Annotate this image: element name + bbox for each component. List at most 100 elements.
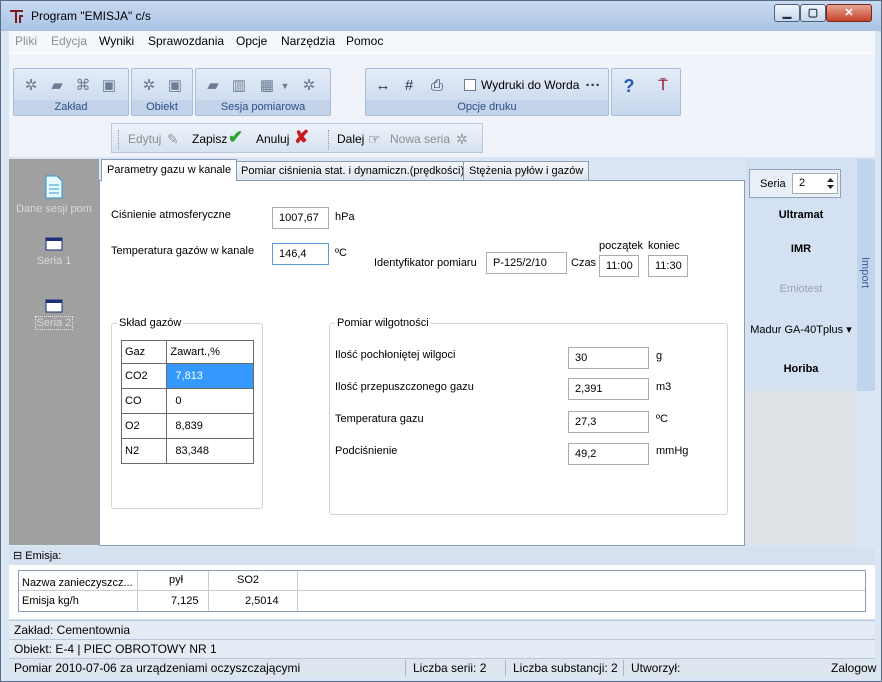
delete-obiekt-icon[interactable]: ▣	[166, 77, 184, 95]
temperatura-label: Temperatura gazów w kanale	[111, 245, 255, 257]
menu-narzedzia[interactable]: Narzędzia	[281, 34, 335, 48]
emisja-value-pyl[interactable]: 7,125	[171, 595, 199, 607]
wydruki-checkbox[interactable]	[464, 79, 476, 91]
menu-pomoc[interactable]: Pomoc	[346, 34, 383, 48]
koniec-label: koniec	[648, 240, 680, 252]
collapse-icon[interactable]: ⊟	[13, 550, 22, 562]
fit-width-icon[interactable]: ↔	[374, 77, 392, 95]
binoculars-icon[interactable]: ⌘	[74, 77, 92, 95]
separator	[328, 130, 329, 150]
separator	[118, 130, 119, 150]
delete-zaklad-icon[interactable]: ▣	[100, 77, 118, 95]
right-panel: Seria 2 Ultramat IMR Emiotest Madur GA-4…	[745, 159, 857, 545]
menu-bar: Pliki Edycja Wyniki Sprawozdania Opcje N…	[9, 31, 875, 53]
gas-value-cell[interactable]: 7,813	[166, 363, 254, 389]
table-icon[interactable]: ▦	[258, 77, 276, 95]
menu-wyniki[interactable]: Wyniki	[99, 34, 134, 48]
new-zaklad-icon[interactable]: ✲	[22, 77, 40, 95]
pomiar-wilgotnosci-title: Pomiar wilgotności	[335, 317, 431, 329]
podcisnienie-input[interactable]: 49,2	[568, 443, 649, 465]
identyfikator-input[interactable]: P-125/2/10	[486, 252, 567, 274]
cisnienie-input[interactable]: 1007,67	[272, 207, 329, 229]
emiotest-button[interactable]: Emiotest	[745, 283, 857, 295]
building-icon[interactable]: ▥	[230, 77, 248, 95]
new-session-icon[interactable]: ✲	[300, 77, 318, 95]
page-number-icon[interactable]: #	[400, 77, 418, 95]
import-side-tab[interactable]: Import	[857, 159, 875, 391]
document-icon	[45, 175, 63, 199]
table-header-zawart: Zawart.,%	[166, 340, 254, 364]
menu-pliki[interactable]: Pliki	[15, 34, 37, 48]
checkmark-icon: ✔	[228, 127, 244, 147]
poczatek-input[interactable]: 11:00	[599, 255, 639, 277]
person-icon[interactable]: ⍑	[654, 77, 672, 95]
col-divider	[137, 571, 138, 611]
emisja-header[interactable]: ⊟ Emisja:	[9, 547, 875, 565]
temp-gazu-input[interactable]: 27,3	[568, 411, 649, 433]
help-icon[interactable]: ?	[620, 77, 638, 95]
chevron-down-icon[interactable]: ▼	[276, 77, 294, 95]
gas-name: CO	[120, 388, 168, 414]
minimize-button[interactable]: ▁	[774, 4, 800, 22]
status-bar: Pomiar 2010-07-06 za urządzeniami oczysz…	[9, 658, 876, 677]
status-liczba-serii: Liczba serii: 2	[413, 661, 487, 675]
gas-name: CO2	[120, 363, 168, 389]
app-logo-icon	[10, 10, 23, 23]
tab-parametry-gazu[interactable]: Parametry gazu w kanale	[101, 159, 238, 181]
gaz-input[interactable]: 2,391	[568, 378, 649, 400]
pencil-icon: ✎	[167, 131, 179, 147]
madur-dropdown[interactable]: Madur GA-40Tplus ▾	[745, 323, 857, 336]
status-utworzyl: Utworzył:	[631, 661, 681, 675]
close-button[interactable]: ✕	[826, 4, 872, 22]
ultramat-button[interactable]: Ultramat	[745, 209, 857, 221]
temp-gazu-label: Temperatura gazu	[335, 413, 424, 425]
ribbon-group-label: Sesja pomiarowa	[196, 100, 330, 114]
zapisz-button[interactable]: Zapisz	[192, 132, 227, 146]
nav-seria-1[interactable]: Seria 1	[9, 237, 99, 267]
imr-button[interactable]: IMR	[745, 243, 857, 255]
koniec-input[interactable]: 11:30	[648, 255, 688, 277]
open-session-icon[interactable]: ▰	[204, 77, 222, 95]
podcisnienie-unit: mmHg	[656, 445, 689, 457]
open-folder-icon[interactable]: ▰	[48, 77, 66, 95]
sklad-gazow-table: Gaz Zawart.,% CO2 7,813 CO 0 O2 8,839 N2…	[120, 340, 254, 464]
seria-selector: Seria 2	[749, 169, 841, 198]
gas-value-cell[interactable]: 83,348	[166, 438, 254, 464]
menu-edycja[interactable]: Edycja	[51, 34, 87, 48]
nowa-seria-button[interactable]: Nowa seria	[390, 132, 450, 146]
tab-pomiar-cisnienia[interactable]: Pomiar ciśnienia stat. i dynamiczn.(pręd…	[235, 161, 471, 181]
pointing-hand-icon: ☞	[368, 131, 381, 147]
tab-stezenia[interactable]: Stężenia pyłów i gazów	[463, 161, 590, 181]
more-options-button[interactable]: ···	[584, 77, 602, 95]
temperatura-unit: ºC	[335, 247, 347, 259]
temperatura-input[interactable]: 146,4	[272, 243, 329, 265]
edytuj-button[interactable]: Edytuj	[128, 132, 161, 146]
title-bar: Program "EMISJA" c/s ▁ ▢ ✕	[1, 1, 881, 31]
emisja-col-so2: SO2	[237, 574, 260, 586]
wilgoc-input[interactable]: 30	[568, 347, 649, 369]
cancel-x-icon: ✘	[294, 127, 310, 147]
status-obiekt: Obiekt: E-4 | PIEC OBROTOWY NR 1	[9, 639, 875, 658]
action-bar: Edytuj ✎ Zapisz ✔ Anuluj ✘ Dalej ☞ Nowa …	[9, 119, 875, 157]
maximize-button[interactable]: ▢	[800, 4, 826, 22]
status-divider	[623, 660, 624, 676]
action-toolbar: Edytuj ✎ Zapisz ✔ Anuluj ✘ Dalej ☞ Nowa …	[111, 123, 483, 153]
nav-dane-sesji[interactable]: Dane sesji pom	[9, 175, 99, 215]
emisja-row-label: Emisja kg/h	[22, 595, 79, 607]
table-row: O2 8,839	[120, 413, 254, 439]
gas-value-cell[interactable]: 8,839	[166, 413, 254, 439]
nav-seria-2[interactable]: Seria 2	[9, 299, 99, 330]
emisja-value-so2[interactable]: 2,5014	[245, 595, 279, 607]
horiba-button[interactable]: Horiba	[745, 363, 857, 375]
menu-sprawozdania[interactable]: Sprawozdania	[148, 34, 224, 48]
gas-value-cell[interactable]: 0	[166, 388, 254, 414]
new-obiekt-icon[interactable]: ✲	[140, 77, 158, 95]
window-title: Program "EMISJA" c/s	[31, 9, 151, 23]
table-header-gaz: Gaz	[120, 340, 168, 364]
printer-icon[interactable]: ⎙	[428, 77, 446, 95]
anuluj-button[interactable]: Anuluj	[256, 132, 289, 146]
sklad-gazow-title: Skład gazów	[117, 317, 184, 329]
menu-opcje[interactable]: Opcje	[236, 34, 267, 48]
spinner-arrows-icon[interactable]	[825, 176, 836, 191]
dalej-button[interactable]: Dalej	[337, 132, 364, 146]
